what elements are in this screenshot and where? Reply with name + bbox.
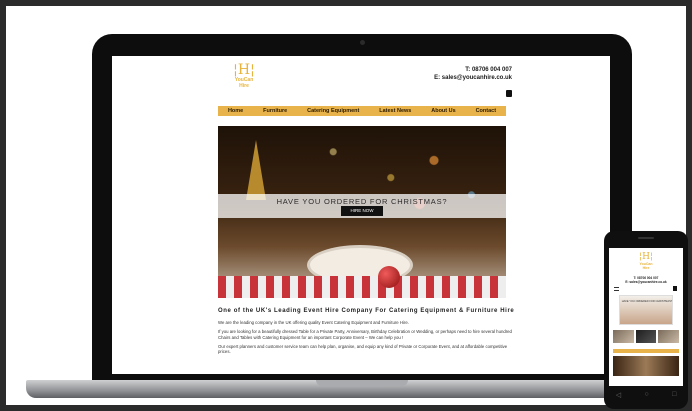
- hamburger-menu-icon[interactable]: [614, 287, 619, 291]
- phone-image-strip: [613, 356, 679, 376]
- laptop-lid: ¦H¦ YouCan Hire T: 08706 004 007 E: sale…: [92, 34, 632, 386]
- intro-heading: One of the UK's Leading Event Hire Compa…: [218, 308, 515, 314]
- hero-title: HAVE YOU ORDERED FOR CHRISTMAS?: [276, 197, 448, 206]
- nav-home[interactable]: Home: [228, 108, 243, 114]
- hire-now-button[interactable]: HIRE NOW: [341, 206, 383, 216]
- hero-tree-decoration: [246, 140, 266, 200]
- phone-site-logo[interactable]: ¦H¦ YouCan Hire: [636, 252, 656, 271]
- phone-hero-title: HAVE YOU ORDERED FOR CHRISTMAS?: [621, 300, 673, 303]
- laptop-notch: [316, 380, 408, 386]
- laptop-camera: [360, 40, 365, 45]
- laptop-base: [26, 380, 676, 398]
- phone-tile[interactable]: [658, 330, 679, 343]
- intro-paragraph-1: We are the leading company in the UK off…: [218, 320, 409, 325]
- phone-speaker: [638, 237, 654, 239]
- shopping-bag-icon[interactable]: [506, 90, 512, 97]
- phone-hero-banner: HAVE YOU ORDERED FOR CHRISTMAS?: [619, 295, 673, 325]
- phone-contact-info: T: 08706 004 007 E: sales@youcanhire.co.…: [613, 276, 679, 284]
- phone-shopping-bag-icon[interactable]: [673, 286, 677, 291]
- nav-catering-equipment[interactable]: Catering Equipment: [307, 108, 359, 114]
- contact-info: T: 08706 004 007 E: sales@youcanhire.co.…: [434, 66, 512, 82]
- hero-banner: HAVE YOU ORDERED FOR CHRISTMAS? HIRE NOW: [218, 126, 506, 298]
- hero-tablecloth: [218, 276, 506, 298]
- hero-bauble: [378, 266, 400, 288]
- home-icon[interactable]: ○: [644, 391, 648, 399]
- nav-about-us[interactable]: About Us: [431, 108, 455, 114]
- intro-section: One of the UK's Leading Event Hire Compa…: [218, 308, 518, 358]
- back-icon[interactable]: ◁: [616, 391, 621, 399]
- logo-text-line2: Hire: [239, 83, 249, 89]
- logo-chair-icon: ¦H¦: [233, 62, 255, 78]
- main-nav: Home Furniture Catering Equipment Latest…: [218, 106, 506, 116]
- contact-email[interactable]: E: sales@youcanhire.co.uk: [434, 74, 512, 82]
- intro-paragraph-3: Our expert planners and customer service…: [218, 343, 508, 355]
- contact-phone[interactable]: T: 08706 004 007: [434, 66, 512, 74]
- phone-tile[interactable]: [635, 330, 657, 343]
- laptop-screen: ¦H¦ YouCan Hire T: 08706 004 007 E: sale…: [112, 56, 610, 374]
- intro-paragraph-2: If you are looking for a beautifully dre…: [218, 329, 512, 340]
- nav-contact[interactable]: Contact: [476, 108, 496, 114]
- nav-latest-news[interactable]: Latest News: [379, 108, 411, 114]
- recents-icon[interactable]: □: [672, 391, 676, 399]
- phone-tile[interactable]: [613, 330, 634, 343]
- phone-nav-buttons: ◁ ○ □: [604, 391, 688, 399]
- phone-category-tiles: [613, 330, 679, 343]
- phone-logo-text-line2: Hire: [642, 266, 650, 270]
- mockup-stage: ¦H¦ YouCan Hire T: 08706 004 007 E: sale…: [0, 0, 692, 411]
- site-logo[interactable]: ¦H¦ YouCan Hire: [230, 63, 258, 89]
- phone-device: ¦H¦ YouCan Hire T: 08706 004 007 E: sale…: [604, 231, 688, 409]
- phone-contact-email[interactable]: E: sales@youcanhire.co.uk: [613, 280, 679, 284]
- phone-logo-chair-icon: ¦H¦: [639, 252, 653, 262]
- nav-furniture[interactable]: Furniture: [263, 108, 287, 114]
- phone-accent-bar: [613, 349, 679, 353]
- phone-screen: ¦H¦ YouCan Hire T: 08706 004 007 E: sale…: [609, 248, 683, 386]
- mockup-background: ¦H¦ YouCan Hire T: 08706 004 007 E: sale…: [6, 6, 688, 409]
